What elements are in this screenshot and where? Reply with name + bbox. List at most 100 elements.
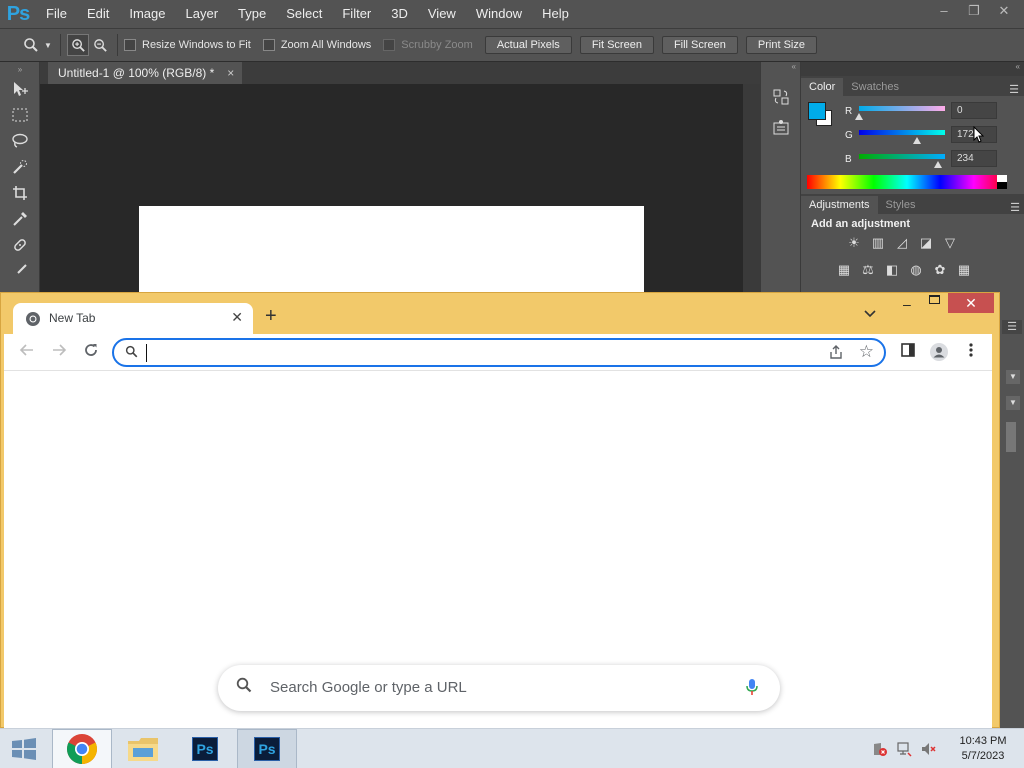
red-value-field[interactable]: 0 [951,102,997,119]
marquee-tool-icon[interactable] [0,102,40,128]
color-spectrum-bar[interactable] [807,175,1007,189]
fill-screen-button[interactable]: Fill Screen [661,36,738,54]
back-arrow-icon[interactable] [16,342,38,363]
properties-icon[interactable] [772,119,800,142]
side-panel-icon[interactable] [897,342,919,363]
canvas-scrollbar[interactable] [743,84,760,292]
ps-close-button[interactable]: ✕ [992,3,1016,19]
profile-avatar-icon[interactable] [928,342,950,367]
canvas-workspace[interactable] [40,84,743,296]
blue-value-field[interactable]: 234 [951,150,997,167]
taskbar-clock[interactable]: 10:43 PM 5/7/2023 [950,734,1016,764]
star-icon[interactable]: ☆ [859,342,874,362]
checkbox-box[interactable] [383,39,396,51]
ps-minimize-button[interactable]: – [932,3,956,19]
omnibox[interactable]: ☆ [112,338,886,367]
photo-filter-icon[interactable]: ◍ [907,261,925,279]
reload-icon[interactable] [80,342,102,363]
zoom-all-windows-checkbox[interactable]: Zoom All Windows [262,39,371,51]
color-balance-icon[interactable]: ⚖ [859,261,877,279]
document-tab[interactable]: Untitled-1 @ 100% (RGB/8) * × [48,62,243,84]
menu-help[interactable]: Help [532,0,579,28]
menu-image[interactable]: Image [119,0,175,28]
panel-menu-icon[interactable]: ☰ [1010,201,1024,214]
red-slider-track[interactable] [859,106,945,111]
scrubby-zoom-checkbox[interactable]: Scrubby Zoom [383,39,473,51]
brightness-icon[interactable]: ☀ [845,234,863,252]
zoom-in-icon[interactable] [67,34,89,56]
green-slider-track[interactable] [859,130,945,135]
more-menu-icon[interactable] [960,342,982,363]
share-icon[interactable] [828,344,844,363]
menu-select[interactable]: Select [276,0,332,28]
brush-tool-icon[interactable] [0,258,40,284]
move-tool-icon[interactable] [0,76,40,102]
chrome-maximize-button[interactable] [929,295,940,304]
microphone-icon[interactable] [746,678,758,701]
taskbar-photoshop-1[interactable]: Ps [175,729,235,768]
tab-swatches[interactable]: Swatches [843,78,907,96]
panel-collapse-icon[interactable]: « [761,62,800,76]
quick-selection-tool-icon[interactable] [0,154,40,180]
healing-brush-tool-icon[interactable] [0,232,40,258]
forward-arrow-icon[interactable] [48,342,70,363]
document-canvas[interactable] [139,206,644,296]
chevron-down-icon[interactable]: ▼ [1006,370,1020,384]
menu-window[interactable]: Window [466,0,532,28]
google-search-box[interactable]: Search Google or type a URL [218,665,780,711]
address-input[interactable] [146,344,796,362]
tab-styles[interactable]: Styles [878,196,924,214]
menu-file[interactable]: File [36,0,77,28]
eyedropper-tool-icon[interactable] [0,206,40,232]
spectrum-black[interactable] [997,182,1007,189]
lasso-tool-icon[interactable] [0,128,40,154]
hue-saturation-icon[interactable]: ▦ [835,261,853,279]
exposure-icon[interactable]: ◪ [917,234,935,252]
crop-tool-icon[interactable] [0,180,40,206]
history-icon[interactable] [772,88,800,111]
resize-windows-checkbox[interactable]: Resize Windows to Fit [124,39,251,51]
channel-mixer-icon[interactable]: ✿ [931,261,949,279]
zoom-out-icon[interactable] [89,34,111,56]
chrome-close-button[interactable]: ✕ [948,293,994,313]
zoom-tool-icon[interactable] [20,34,42,56]
levels-icon[interactable]: ▥ [869,234,887,252]
menu-edit[interactable]: Edit [77,0,119,28]
green-slider-thumb[interactable] [913,137,921,144]
actual-pixels-button[interactable]: Actual Pixels [484,36,572,54]
checkbox-box[interactable] [124,39,136,51]
close-icon[interactable]: ✕ [231,309,243,326]
panel-menu-icon[interactable]: ☰ [1002,320,1022,334]
fit-screen-button[interactable]: Fit Screen [579,36,654,54]
menu-view[interactable]: View [418,0,466,28]
action-center-icon[interactable] [872,741,888,760]
vibrance-icon[interactable]: ▽ [941,234,959,252]
volume-muted-icon[interactable] [920,741,936,760]
taskbar-chrome[interactable] [52,729,112,768]
panel-menu-icon[interactable]: ☰ [1009,83,1024,96]
network-icon[interactable] [896,741,912,760]
color-lookup-icon[interactable]: ▦ [955,261,973,279]
blue-slider-track[interactable] [859,154,945,159]
menu-type[interactable]: Type [228,0,276,28]
tab-color[interactable]: Color [801,78,844,96]
chevron-down-icon[interactable]: ▼ [1006,396,1020,410]
taskbar-file-explorer[interactable] [113,729,173,768]
panel-scrollbar[interactable] [1006,422,1016,452]
chevron-down-icon[interactable] [864,307,876,321]
checkbox-box[interactable] [262,39,275,51]
menu-3d[interactable]: 3D [381,0,418,28]
ps-restore-button[interactable]: ❐ [962,3,986,19]
chrome-minimize-button[interactable]: – [903,296,911,312]
start-button[interactable] [0,729,48,768]
tab-adjustments[interactable]: Adjustments [801,196,878,214]
close-icon[interactable]: × [227,62,234,84]
print-size-button[interactable]: Print Size [745,36,817,54]
new-tab-button[interactable]: + [265,306,277,326]
black-white-icon[interactable]: ◧ [883,261,901,279]
panel-collapse-icon[interactable]: » [0,62,40,76]
tab-new-tab[interactable]: New Tab ✕ [13,303,253,335]
menu-filter[interactable]: Filter [332,0,381,28]
chevron-down-icon[interactable]: ▼ [42,34,54,56]
blue-slider-thumb[interactable] [933,161,942,168]
